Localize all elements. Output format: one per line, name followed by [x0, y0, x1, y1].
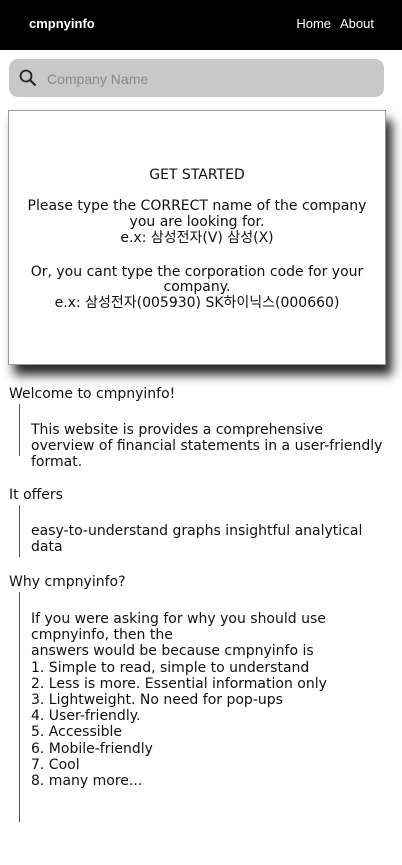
body-line: easy-to-understand graphs insightful ana…: [31, 523, 363, 539]
section-divider: [19, 592, 20, 822]
list-item: 2. Less is more. Essential information o…: [31, 675, 327, 692]
example-name-line: e.x: 삼성전자(V) 삼성(X): [120, 230, 274, 246]
get-started-card: GET STARTED Please type the CORRECT name…: [8, 110, 386, 365]
list-item: 3. Lightweight. No need for pop-ups: [31, 692, 283, 709]
search-bar: [9, 59, 384, 97]
welcome-heading: Welcome to cmpnyinfo!: [9, 386, 176, 402]
company-search-input[interactable]: [45, 66, 379, 92]
top-navbar: cmpnyinfo Home About: [0, 0, 402, 50]
section-divider: [19, 505, 20, 557]
search-icon[interactable]: [19, 69, 37, 87]
body-line: answers would be because cmpnyinfo is: [31, 643, 314, 660]
welcome-body: This website is provides a comprehensive…: [31, 422, 382, 471]
nav-links: Home About: [296, 16, 374, 31]
instruction-line: company.: [163, 279, 231, 295]
list-item: 1. Simple to read, simple to understand: [31, 659, 310, 676]
example-code-line: e.x: 삼성전자(005930) SK하이닉스(000660): [54, 295, 340, 311]
nav-link-home[interactable]: Home: [296, 16, 331, 31]
instruction-line: you are looking for.: [129, 214, 265, 230]
list-item: 8. many more...: [31, 773, 143, 790]
offers-body: easy-to-understand graphs insightful ana…: [31, 523, 362, 555]
instruction-line: Please type the CORRECT name of the comp…: [27, 198, 367, 214]
list-item: 7. Cool: [31, 756, 80, 773]
get-started-title: GET STARTED: [149, 167, 245, 183]
body-line: overview of financial statements in a us…: [31, 438, 383, 455]
nav-link-about[interactable]: About: [340, 16, 374, 31]
offers-heading: It offers: [9, 487, 63, 503]
body-line: data: [31, 539, 63, 556]
why-heading: Why cmpnyinfo?: [9, 574, 126, 590]
body-line: If you were asking for why you should us…: [31, 611, 326, 627]
body-line: This website is provides a comprehensive: [31, 422, 324, 438]
body-line: format.: [31, 454, 83, 471]
list-item: 6. Mobile-friendly: [31, 740, 153, 757]
why-body: If you were asking for why you should us…: [31, 611, 327, 789]
section-divider: [19, 404, 20, 456]
list-item: 4. User-friendly.: [31, 708, 141, 725]
body-line: cmpnyinfo, then the: [31, 627, 173, 644]
list-item: 5. Accessible: [31, 724, 123, 741]
brand-logo-text[interactable]: cmpnyinfo: [29, 16, 95, 31]
instruction-line: Or, you cant type the corporation code f…: [30, 264, 364, 280]
